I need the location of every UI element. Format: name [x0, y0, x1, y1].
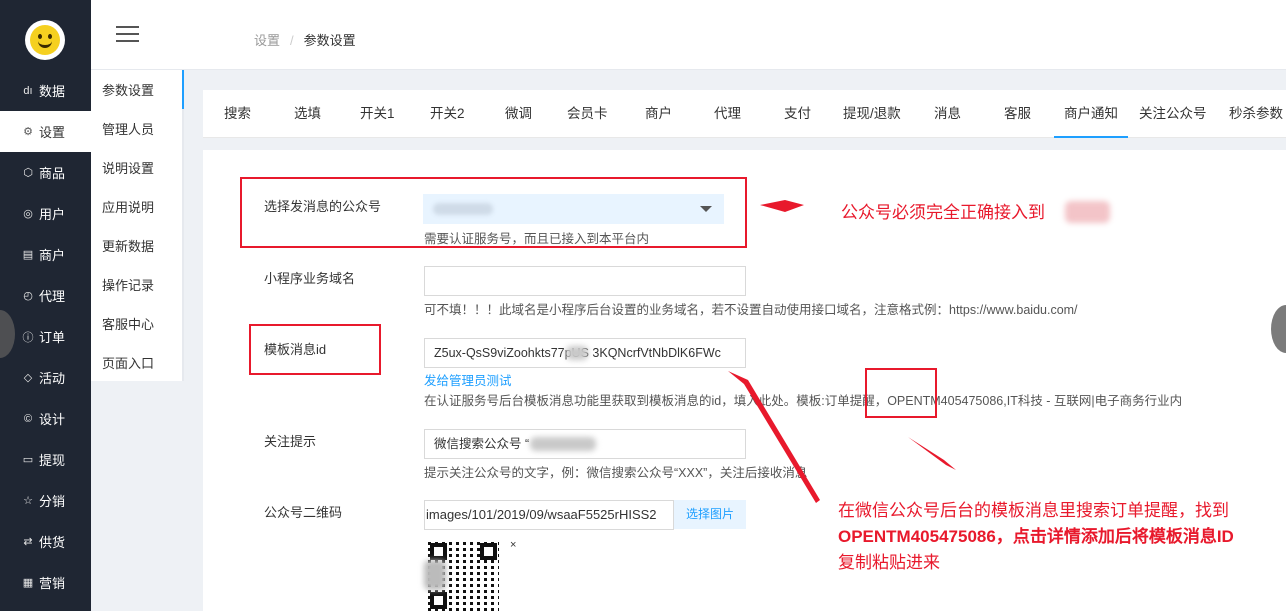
annotation-note-line1: 在微信公众号后台的模板消息里搜索订单提醒，找到: [838, 501, 1229, 520]
annotation-note-line2: OPENTM405475086，点击详情添加后将模板消息ID: [838, 527, 1234, 546]
arrow-right: [760, 200, 804, 212]
arrow-up-left: [728, 371, 820, 503]
blurred-text: [1065, 201, 1110, 223]
annotation-note-account: 公众号必须完全正确接入到: [841, 203, 1045, 222]
annotation-note-line3: 复制粘贴进来: [838, 553, 940, 572]
arrow-diagonal: [908, 437, 956, 470]
